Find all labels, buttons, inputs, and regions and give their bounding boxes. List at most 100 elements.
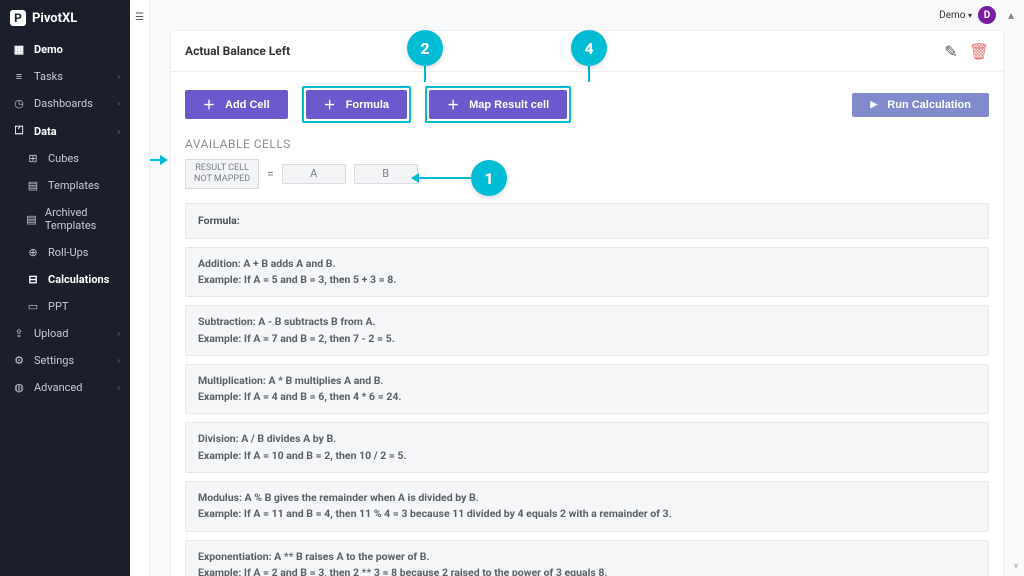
templates-icon: ▤ xyxy=(26,179,40,192)
sidebar-item-label: Calculations xyxy=(48,273,109,286)
cell-chip-b[interactable]: B xyxy=(354,164,418,184)
sidebar-item-label: Archived Templates xyxy=(45,206,120,232)
annotation-arrow-1 xyxy=(411,173,419,183)
brand-name: PivotXL xyxy=(32,11,77,26)
cubes-icon: ⊞ xyxy=(26,152,40,165)
chevron-right-icon: › xyxy=(118,99,120,108)
sidebar-item-label: Settings xyxy=(34,354,74,367)
cells-row: RESULT CELL NOT MAPPED = A B xyxy=(185,159,989,189)
formula-block: Exponentiation: A ** B raises A to the p… xyxy=(185,540,989,576)
sidebar-item-advanced[interactable]: ◍ Advanced › xyxy=(0,374,130,401)
chevron-right-icon: › xyxy=(118,127,120,136)
available-cells-title: AVAILABLE CELLS xyxy=(185,137,989,151)
sidebar-item-label: Cubes xyxy=(48,152,79,165)
brand: P PivotXL xyxy=(0,0,130,36)
sidebar-item-demo[interactable]: ▦ Demo xyxy=(0,36,130,63)
annotation-bubble-2: 2 xyxy=(407,30,443,66)
formula-block-title: Addition: A + B adds A and B. xyxy=(198,257,336,270)
demo-icon: ▦ xyxy=(12,43,26,56)
chevron-right-icon: › xyxy=(118,383,120,392)
sidebar-item-templates[interactable]: ▤Templates xyxy=(0,172,130,199)
settings-icon: ⚙ xyxy=(12,354,26,367)
chevron-right-icon: › xyxy=(118,356,120,365)
sidebar-item-label: Dashboards xyxy=(34,97,93,110)
ppt-icon: ▭ xyxy=(26,300,40,313)
tasks-icon: ≡ xyxy=(12,70,26,83)
sidebar-item-roll-ups[interactable]: ⊕Roll-Ups xyxy=(0,239,130,266)
formula-block: Addition: A + B adds A and B. Example: If… xyxy=(185,247,989,298)
formula-block-example: Example: If A = 7 and B = 2, then 7 - 2 … xyxy=(198,332,395,345)
annotation-connector-1 xyxy=(417,177,471,179)
formula-block-example: Example: If A = 5 and B = 3, then 5 + 3 … xyxy=(198,273,396,286)
panel-title: Actual Balance Left xyxy=(185,44,933,58)
advanced-icon: ◍ xyxy=(12,381,26,394)
formula-label: Formula xyxy=(346,99,389,111)
sidebar-item-label: Demo xyxy=(34,43,63,56)
formula-block-title: Exponentiation: A ** B raises A to the p… xyxy=(198,550,430,563)
annotation-arrow-3 xyxy=(160,155,168,165)
formula-block: Modulus: A % B gives the remainder when … xyxy=(185,481,989,532)
formula-block: Subtraction: A - B subtracts B from A. Ex… xyxy=(185,305,989,356)
sidebar-collapse-button[interactable]: ☰ xyxy=(135,12,144,23)
cell-chip-a[interactable]: A xyxy=(282,164,346,184)
sidebar-nav: ▦ Demo ≡ Tasks › ◷ Dashboards › ⏍ Data › ⊞ Cubes ▤Tem… xyxy=(0,36,130,576)
sidebar-item-label: Data xyxy=(34,125,57,138)
sidebar-item-tasks[interactable]: ≡ Tasks › xyxy=(0,63,130,90)
caret-down-icon: ▾ xyxy=(968,11,972,20)
formula-block-title: Multiplication: A * B multiplies A and B… xyxy=(198,374,383,387)
annotation-connector-4 xyxy=(588,66,590,82)
formula-block-title: Subtraction: A - B subtracts B from A. xyxy=(198,315,376,328)
scroll-up-icon: ▴ xyxy=(1008,8,1014,22)
formula-header: Formula: xyxy=(198,214,240,227)
formula-block-title: Division: A / B divides A by B. xyxy=(198,432,336,445)
chevron-right-icon: › xyxy=(118,72,120,81)
add-cell-button[interactable]: ＋ Add Cell xyxy=(185,90,288,119)
plus-icon: ＋ xyxy=(203,96,215,113)
sidebar-item-ppt[interactable]: ▭PPT xyxy=(0,293,130,320)
dashboards-icon: ◷ xyxy=(12,97,26,110)
formula-header-box: Formula: xyxy=(185,203,989,239)
user-menu[interactable]: Demo ▾ xyxy=(939,10,972,21)
formula-block-title: Modulus: A % B gives the remainder when … xyxy=(198,491,479,504)
annotation-bubble-1: 1 xyxy=(471,160,507,196)
avatar[interactable]: D xyxy=(978,6,996,24)
plus-icon: ＋ xyxy=(324,96,336,113)
run-calculation-button[interactable]: ▶ Run Calculation xyxy=(852,93,989,117)
data-icon: ⏍ xyxy=(12,124,26,138)
sidebar-item-settings[interactable]: ⚙ Settings › xyxy=(0,347,130,374)
upload-icon: ⇪ xyxy=(12,327,26,340)
map-result-label: Map Result cell xyxy=(469,99,549,111)
sidebar-collapse-strip: ☰ xyxy=(130,0,150,576)
formula-block: Multiplication: A * B multiplies A and B… xyxy=(185,364,989,415)
sidebar-item-label: Advanced xyxy=(34,381,82,394)
annotation-connector-2 xyxy=(424,66,426,82)
main: Demo ▾ D ▴ Actual Balance Left ✎ 🗑 ＋ Add… xyxy=(150,0,1024,576)
equals-sign: = xyxy=(267,167,274,181)
sidebar-item-archived-templates[interactable]: ▤ Archived Templates xyxy=(0,199,130,239)
result-cell-line1: RESULT CELL xyxy=(195,163,249,173)
sidebar-item-label: Tasks xyxy=(34,70,63,83)
result-cell-placeholder[interactable]: RESULT CELL NOT MAPPED xyxy=(185,159,259,189)
edit-icon[interactable]: ✎ xyxy=(941,41,961,61)
sidebar-item-data[interactable]: ⏍ Data › xyxy=(0,117,130,145)
chevron-right-icon: › xyxy=(118,329,120,338)
sidebar-item-dashboards[interactable]: ◷ Dashboards › xyxy=(0,90,130,117)
scroll-down-icon: ▾ xyxy=(1011,562,1021,572)
sidebar-item-cubes[interactable]: ⊞ Cubes xyxy=(0,145,130,172)
formula-block: Division: A / B divides A by B. Example: … xyxy=(185,422,989,473)
trash-icon[interactable]: 🗑 xyxy=(969,41,989,61)
result-cell-line2: NOT MAPPED xyxy=(194,174,250,184)
formula-button[interactable]: ＋ Formula xyxy=(306,90,407,119)
sidebar-item-upload[interactable]: ⇪ Upload › xyxy=(0,320,130,347)
sidebar-item-label: Upload xyxy=(34,327,68,340)
archived-templates-icon: ▤ xyxy=(26,213,37,226)
formula-block-example: Example: If A = 2 and B = 3, then 2 ** 3… xyxy=(198,566,607,576)
content-area: Actual Balance Left ✎ 🗑 ＋ Add Cell ＋ For… xyxy=(150,30,1024,576)
map-result-button[interactable]: ＋ Map Result cell xyxy=(429,90,567,119)
formula-block-example: Example: If A = 10 and B = 2, then 10 / … xyxy=(198,449,407,462)
annotation-bubble-4: 4 xyxy=(571,30,607,66)
brand-logo: P xyxy=(10,10,26,26)
plus-icon: ＋ xyxy=(447,96,459,113)
formula-block-example: Example: If A = 4 and B = 6, then 4 * 6 … xyxy=(198,390,401,403)
sidebar-item-calculations[interactable]: ⊟Calculations xyxy=(0,266,130,293)
